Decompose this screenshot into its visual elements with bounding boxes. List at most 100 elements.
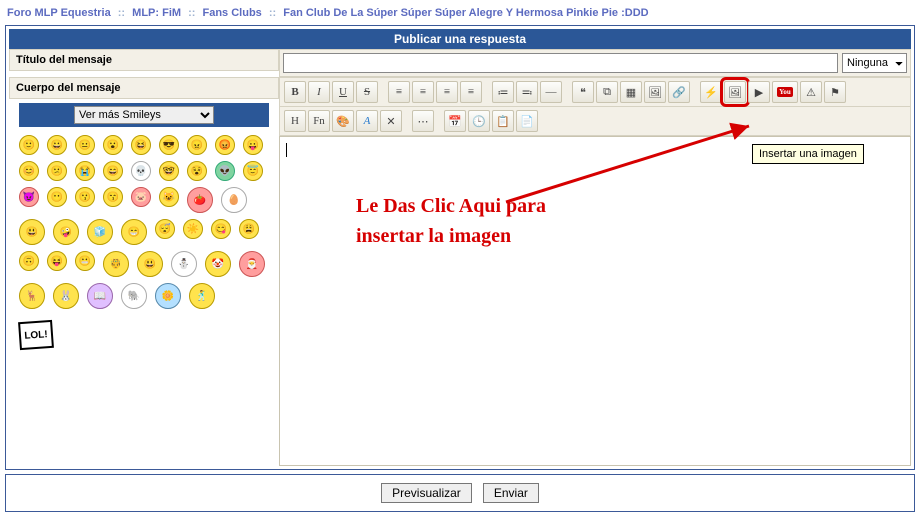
crumb-forum[interactable]: Foro MLP Equestria [7,7,111,19]
list-ol-button[interactable]: ≕ [516,81,538,103]
message-editor[interactable] [279,136,911,466]
quote-button[interactable]: ❝ [572,81,594,103]
smiley[interactable]: 😄 [103,161,123,181]
align-right-button[interactable]: ≡ [436,81,458,103]
smiley-panel: 🙂 😀 😐 😮 😆 😎 😠 😡 😛 😊 😕 😭 😄 💀 🤓 😵 👽 😇 😈 😶 😗 😙 🐷 😺 🍅 🥚 😃 🤪 🧊 😁 😴 ☀️ 😋 😩 🙃… [9,131,279,353]
insert-image-button[interactable]: 🖼 [724,81,746,103]
smiley[interactable]: 😶 [47,187,67,207]
smiley[interactable]: ⛄ [171,251,197,277]
smiley[interactable]: 🕺 [189,283,215,309]
post-icon-select[interactable]: Ninguna [842,53,907,73]
table-button[interactable]: ▦ [620,81,642,103]
smiley[interactable]: 😐 [75,135,95,155]
crumb-sep: :: [118,7,125,19]
smiley[interactable]: 😙 [103,187,123,207]
underline-button[interactable]: U [332,81,354,103]
smiley[interactable]: 😗 [75,187,95,207]
crumb-section[interactable]: MLP: FiM [132,7,181,19]
other-button[interactable]: ⋯ [412,110,434,132]
list-ul-button[interactable]: ≔ [492,81,514,103]
smiley[interactable]: 🤓 [159,161,179,181]
smiley[interactable]: 🐰 [53,283,79,309]
smiley[interactable]: 😺 [159,187,179,207]
smiley[interactable]: 😃 [137,251,163,277]
page-button[interactable]: 📄 [516,110,538,132]
smiley[interactable]: 🤴 [103,251,129,277]
breadcrumb: Foro MLP Equestria :: MLP: FiM :: Fans C… [5,3,915,23]
smiley[interactable]: 🎅 [239,251,265,277]
align-justify-button[interactable]: ≡ [460,81,482,103]
fontcolor-button[interactable]: 🎨 [332,110,354,132]
editor-toolbar-row1: B I U S ≡ ≡ ≡ ≡ ≔ ≕ — ❝ ⧉ ▦ [279,77,911,107]
flash-button[interactable]: ⚡ [700,81,722,103]
smiley[interactable]: 😵 [187,161,207,181]
smiley[interactable]: 😊 [19,161,39,181]
video-button[interactable]: ▶ [748,81,770,103]
smiley[interactable]: 😡 [215,135,235,155]
smiley[interactable]: 🤪 [53,219,79,245]
bold-button[interactable]: B [284,81,306,103]
code-button[interactable]: ⧉ [596,81,618,103]
smiley[interactable]: 😁 [121,219,147,245]
body-label: Cuerpo del mensaje [9,77,279,99]
smiley[interactable]: 😇 [243,161,263,181]
smiley[interactable]: 😠 [187,135,207,155]
italic-button[interactable]: I [308,81,330,103]
smiley-header: Ver más Smileys [19,103,269,127]
smiley[interactable]: 🌼 [155,283,181,309]
remove-format-button[interactable]: ✕ [380,110,402,132]
smiley[interactable]: 🐷 [131,187,151,207]
crumb-sep: :: [188,7,195,19]
smiley-more-select[interactable]: Ver más Smileys [74,106,214,124]
smiley[interactable]: 🥚 [221,187,247,213]
smiley[interactable]: 🙂 [19,135,39,155]
smiley[interactable]: 🍅 [187,187,213,213]
warning-button[interactable]: ⚠ [800,81,822,103]
smiley[interactable]: 😝 [47,251,67,271]
fontname-button[interactable]: Fn [308,110,330,132]
smiley[interactable]: 😛 [243,135,263,155]
smiley[interactable]: 😀 [47,135,67,155]
strike-button[interactable]: S [356,81,378,103]
smiley[interactable]: 😩 [239,219,259,239]
host-image-button[interactable]: 🖼 [644,81,666,103]
crumb-subforum[interactable]: Fans Clubs [203,7,262,19]
submit-button[interactable] [483,483,539,503]
smiley[interactable]: 😕 [47,161,67,181]
date-button[interactable]: 📅 [444,110,466,132]
swf-button[interactable]: ⚑ [824,81,846,103]
smiley[interactable]: ☀️ [183,219,203,239]
smiley[interactable]: 😴 [155,219,175,239]
smiley[interactable]: 💀 [131,161,151,181]
smiley[interactable]: 🙃 [19,251,39,271]
annotation-text: Le Das Clic Aqui parainsertar la imagen [356,191,546,251]
preview-button[interactable] [381,483,472,503]
subject-input[interactable] [283,53,838,73]
smiley[interactable]: 📖 [87,283,113,309]
form-header: Publicar una respuesta [9,29,911,49]
smiley[interactable]: 😮 [103,135,123,155]
smiley[interactable]: 🧊 [87,219,113,245]
smiley[interactable]: 😃 [19,219,45,245]
smiley[interactable]: 😭 [75,161,95,181]
smiley[interactable]: 👽 [215,161,235,181]
link-button[interactable]: 🔗 [668,81,690,103]
smiley[interactable]: 🦌 [19,283,45,309]
smiley[interactable]: 😆 [131,135,151,155]
fontsize-button[interactable]: A [356,110,378,132]
smiley[interactable]: 😬 [75,251,95,271]
align-left-button[interactable]: ≡ [388,81,410,103]
paste-button[interactable]: 📋 [492,110,514,132]
hr-button[interactable]: — [540,81,562,103]
youtube-button[interactable]: You [772,81,798,103]
smiley[interactable]: 😋 [211,219,231,239]
smiley-lol-sign[interactable]: LOL! [18,320,54,350]
crumb-topic[interactable]: Fan Club De La Súper Súper Súper Alegre … [283,7,648,19]
smiley[interactable]: 😈 [19,187,39,207]
smiley[interactable]: 😎 [159,135,179,155]
smiley[interactable]: 🐘 [121,283,147,309]
headers-button[interactable]: H [284,110,306,132]
smiley[interactable]: 🤡 [205,251,231,277]
align-center-button[interactable]: ≡ [412,81,434,103]
time-button[interactable]: 🕒 [468,110,490,132]
